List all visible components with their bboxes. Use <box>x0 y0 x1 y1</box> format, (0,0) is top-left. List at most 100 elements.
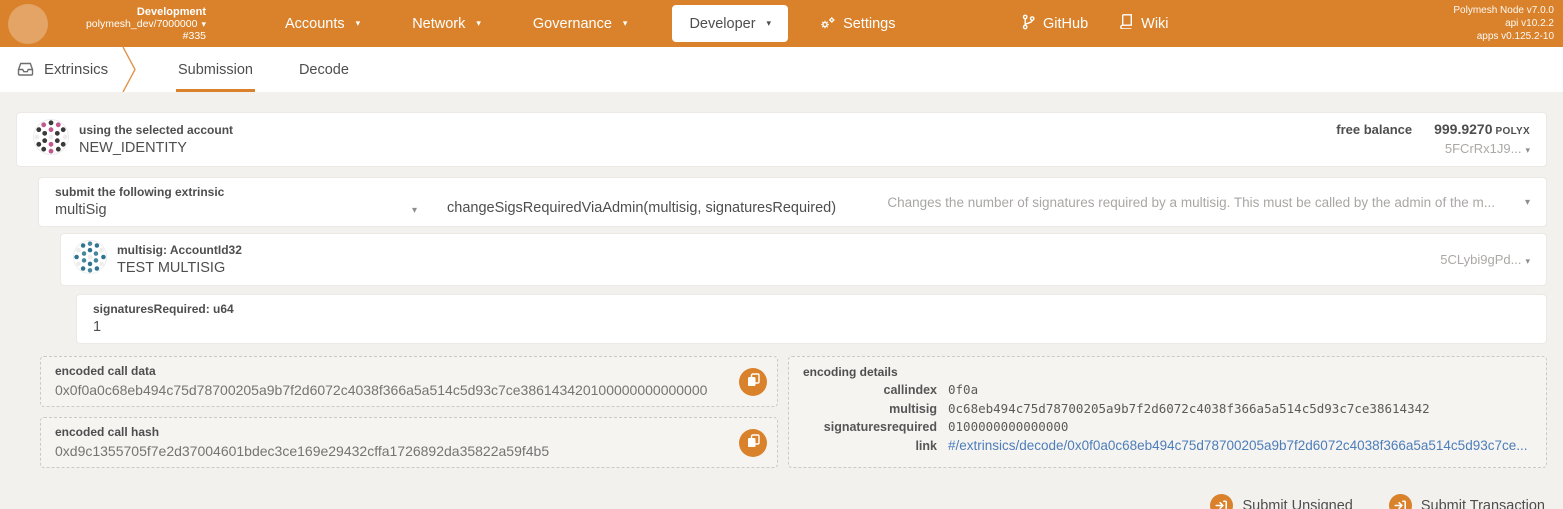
signatures-field: signaturesRequired: u64 1 <box>93 301 234 337</box>
account-identicon[interactable] <box>33 119 69 160</box>
copy-icon <box>747 434 760 451</box>
signatures-param-label: signaturesRequired: u64 <box>93 302 234 316</box>
encoding-value: 0100000000000000 <box>948 419 1069 434</box>
section-title: Extrinsics <box>44 61 109 78</box>
submit-unsigned-button[interactable]: Submit Unsigned <box>1210 494 1353 509</box>
pallet-name: multiSig <box>55 202 107 218</box>
param-signatures-required[interactable]: signaturesRequired: u64 1 <box>76 294 1547 344</box>
encoding-row: signaturesrequired 0100000000000000 <box>803 418 1532 437</box>
extrinsic-selector: submit the following extrinsic multiSig ▾… <box>38 177 1547 227</box>
decode-link[interactable]: #/extrinsics/decode/0x0f0a0c68eb494c75d7… <box>948 437 1528 456</box>
method-signature: changeSigsRequiredViaAdmin(multisig, sig… <box>447 200 837 216</box>
free-balance-value: 999.9270 <box>1434 120 1493 137</box>
chevron-down-icon: ▾ <box>201 18 206 29</box>
method-description-select[interactable]: Changes the number of signatures require… <box>887 195 1530 210</box>
encoding-row: multisig 0c68eb494c75d78700205a9b7f2d6072… <box>803 400 1532 419</box>
encoded-call-hash-label: encoded call hash <box>55 425 160 439</box>
multisig-account-name: TEST MULTISIG <box>117 259 226 276</box>
wiki-link[interactable]: Wiki <box>1120 14 1169 33</box>
chain-logo[interactable] <box>8 3 48 44</box>
nav-settings[interactable]: Settings <box>802 0 912 47</box>
apps-version: apps v0.125.2-10 <box>1476 31 1554 42</box>
encoded-call-hash-box: encoded call hash 0xd9c1355705f7e2d37004… <box>40 417 778 468</box>
pallet-select[interactable]: submit the following extrinsic multiSig ▾ <box>55 184 417 220</box>
encoding-row: link #/extrinsics/decode/0x0f0a0c68eb494c… <box>803 437 1532 456</box>
free-balance-label: free balance <box>1336 121 1413 137</box>
api-version: api v10.2.2 <box>1505 18 1554 29</box>
param-multisig[interactable]: multisig: AccountId32 TEST MULTISIG 5CLy… <box>60 233 1547 286</box>
chain-selector[interactable]: Development polymesh_dev/7000000 ▾ #335 <box>56 6 206 42</box>
output-section: encoded call data 0x0f0a0c68eb494c75d787… <box>40 356 1547 468</box>
copy-call-hash-button[interactable] <box>739 428 767 457</box>
button-label: Submit Unsigned <box>1242 497 1353 509</box>
encoded-call-data-value: 0x0f0a0c68eb494c75d78700205a9b7f2d6072c4… <box>55 382 708 398</box>
nav-label: Network <box>412 15 466 32</box>
tab-decode[interactable]: Decode <box>297 47 351 92</box>
chain-name: Development <box>136 5 206 18</box>
encoded-call-hash-value: 0xd9c1355705f7e2d37004601bdec3ce169e2943… <box>55 443 550 459</box>
encoding-row: callindex 0f0a <box>803 381 1532 400</box>
chevron-down-icon: ▾ <box>411 204 417 216</box>
extrinsics-submission-page: using the selected account NEW_IDENTITY … <box>0 92 1563 509</box>
external-links: GitHub Wiki <box>1022 0 1169 47</box>
tab-label: Decode <box>298 61 349 78</box>
chain-endpoint: polymesh_dev/7000000 <box>85 17 198 30</box>
nav-label: Governance <box>532 15 612 32</box>
encoding-value: 0c68eb494c75d78700205a9b7f2d6072c4038f36… <box>948 400 1430 416</box>
git-branch-icon <box>1022 14 1035 34</box>
nav-network[interactable]: Network ▾ <box>395 0 498 47</box>
account-address-short: 5FCrRx1J9... <box>1444 140 1522 156</box>
action-bar: Submit Unsigned Submit Transaction <box>18 494 1545 509</box>
sign-in-icon <box>1210 494 1234 509</box>
main-nav: Accounts ▾ Network ▾ Governance ▾ Developer… <box>250 0 912 47</box>
encoding-value: 0f0a <box>948 382 979 397</box>
balance-unit: POLYX <box>1495 125 1530 137</box>
tab-submission[interactable]: Submission <box>176 47 255 92</box>
node-version: Polymesh Node v7.0.0 <box>1453 5 1554 16</box>
chevron-down-icon[interactable]: ▾ <box>1525 256 1530 267</box>
encoding-key: callindex <box>883 383 938 397</box>
encoding-details-box: encoding details callindex 0f0a multisig 0… <box>788 356 1547 468</box>
button-label: Submit Transaction <box>1420 497 1545 509</box>
nav-accounts[interactable]: Accounts ▾ <box>268 0 377 47</box>
encoding-details-title: encoding details <box>803 365 898 379</box>
chevron-down-icon: ▾ <box>622 18 628 28</box>
tab-label: Submission <box>178 61 253 78</box>
account-meta: free balance 999.9270 POLYX 5FCrRx1J9... ▾ <box>1336 121 1530 159</box>
nav-label: Accounts <box>285 15 345 32</box>
account-field: using the selected account NEW_IDENTITY <box>79 122 233 158</box>
chevron-down-icon: ▾ <box>476 18 481 28</box>
method-select[interactable]: changeSigsRequiredViaAdmin(multisig, sig… <box>447 200 836 220</box>
chevron-down-icon: ▾ <box>766 18 772 28</box>
multisig-field: multisig: AccountId32 TEST MULTISIG <box>117 242 242 278</box>
ext-label: Wiki <box>1141 15 1169 32</box>
encoding-key: link <box>915 438 937 453</box>
nav-label: Settings <box>843 15 896 32</box>
chevron-down-icon: ▾ <box>355 18 361 28</box>
breadcrumb: Extrinsics <box>0 47 122 92</box>
chevron-down-icon: ▾ <box>1524 196 1530 208</box>
github-link[interactable]: GitHub <box>1022 14 1088 34</box>
signatures-param-value: 1 <box>93 319 102 335</box>
copy-call-data-button[interactable] <box>739 367 767 396</box>
extrinsic-field-label: submit the following extrinsic <box>55 185 225 199</box>
copy-icon <box>747 373 760 390</box>
multisig-address-short: 5CLybi9gPd... <box>1440 252 1522 267</box>
nav-governance[interactable]: Governance ▾ <box>516 0 645 47</box>
multisig-identicon[interactable] <box>73 240 107 279</box>
inbox-icon <box>17 60 34 80</box>
top-header: Development polymesh_dev/7000000 ▾ #335 A… <box>0 0 1563 47</box>
chevron-down-icon[interactable]: ▾ <box>1525 142 1530 159</box>
encoding-key: multisig <box>889 401 937 416</box>
ext-label: GitHub <box>1043 15 1089 32</box>
version-info: Polymesh Node v7.0.0 api v10.2.2 apps v0… <box>1453 0 1554 47</box>
best-block-number: #335 <box>182 29 206 42</box>
submit-transaction-button[interactable]: Submit Transaction <box>1388 494 1545 509</box>
breadcrumb-divider <box>122 47 136 92</box>
tabs: Submission Decode <box>176 47 393 92</box>
nav-developer[interactable]: Developer ▾ <box>672 5 789 42</box>
encoded-call-data-box: encoded call data 0x0f0a0c68eb494c75d787… <box>40 356 778 407</box>
account-name: NEW_IDENTITY <box>79 139 187 156</box>
encoding-key: signaturesrequired <box>823 420 937 434</box>
account-selector[interactable]: using the selected account NEW_IDENTITY … <box>16 112 1547 167</box>
